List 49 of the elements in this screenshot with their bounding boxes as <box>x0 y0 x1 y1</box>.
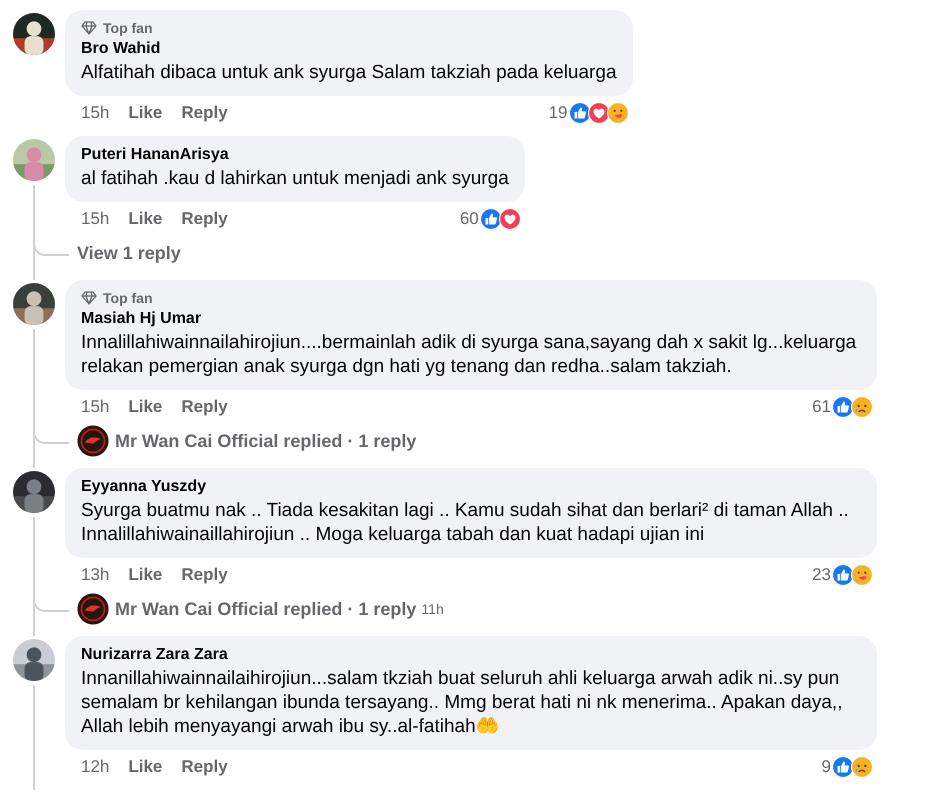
view-replies-link[interactable]: View 1 reply <box>77 242 181 264</box>
hugging-face-icon <box>606 102 629 124</box>
comment-text: Alfatihah dibaca untuk ank syurga Salam takziah pada keluarga <box>81 61 617 85</box>
reply-time: 11h <box>421 601 444 617</box>
like-link[interactable]: Like <box>128 397 162 417</box>
reply-link[interactable]: Reply <box>181 397 228 417</box>
comment-time[interactable]: 15h <box>81 209 110 229</box>
commenter-name[interactable]: Nurizarra Zara Zara <box>81 646 861 664</box>
commenter-name[interactable]: Puteri HananArisya <box>81 146 509 164</box>
thumbs-up-icon <box>832 396 854 418</box>
commenter-name[interactable]: Eyyanna Yuszdy <box>81 478 861 496</box>
logo-avatar-icon <box>77 593 109 625</box>
comment-text: Syurga buatmu nak .. Tiada kesakitan lagi .. Kamu sudah sihat dan berlari² di taman Allah .. Innalillahiwainaillahirojiun .. Moga keluarga tabah dan kuat hadapi ujian ini <box>81 499 850 547</box>
reaction-count[interactable]: 9 <box>822 757 831 777</box>
comment-time[interactable]: 12h <box>81 757 110 777</box>
reaction-count[interactable]: 19 <box>548 103 568 123</box>
like-link[interactable]: Like <box>128 209 162 229</box>
comment-time[interactable]: 15h <box>81 397 110 417</box>
diamond-icon <box>81 291 97 305</box>
thumbs-up-icon <box>832 756 854 778</box>
reply-link[interactable]: Reply <box>181 757 228 777</box>
comment-text: al fatihah .kau d lahirkan untuk menjadi ank syurga <box>81 167 509 191</box>
reply-link[interactable]: Reply <box>181 103 228 123</box>
comment-time[interactable]: 15h <box>81 103 110 123</box>
sad-face-icon <box>851 756 873 778</box>
like-link[interactable]: Like <box>128 565 162 585</box>
sad-face-icon <box>851 396 873 418</box>
top-fan-label: Top fan <box>103 20 153 36</box>
comment-text: Innanillahiwainnailaihirojiun...salam tkziah buat seluruh ahli keluarga arwah adik ni..sy pun semalam br kehilangan ibunda tersayang.. Mmg berat hati ni nk menerima.. Apakan daya,, Allah lebih menyayangi arwah ibu sy..al-fatihah🤲 <box>81 667 844 739</box>
replied-link[interactable]: Mr Wan Cai Official replied · 1 reply <box>115 430 416 452</box>
hugging-face-icon <box>851 564 873 586</box>
thumbs-up-icon <box>832 564 854 586</box>
commenter-name[interactable]: Masiah Hj Umar <box>81 310 861 328</box>
reaction-count[interactable]: 60 <box>460 209 479 229</box>
reaction-count[interactable]: 23 <box>812 565 831 585</box>
commenter-name[interactable]: Bro Wahid <box>81 40 617 58</box>
top-fan-label: Top fan <box>103 290 153 306</box>
thumbs-up-icon <box>568 102 591 124</box>
reply-link[interactable]: Reply <box>181 565 228 585</box>
comment-time[interactable]: 13h <box>81 565 110 585</box>
replied-link[interactable]: Mr Wan Cai Official replied · 1 reply <box>115 598 416 620</box>
reaction-count[interactable]: 61 <box>812 397 831 417</box>
like-link[interactable]: Like <box>128 757 162 777</box>
diamond-icon <box>81 21 97 35</box>
reply-link[interactable]: Reply <box>181 209 228 229</box>
like-link[interactable]: Like <box>128 103 162 123</box>
comment-text: Innalillahiwainnailahirojiun....bermainlah adik di syurga sana,sayang dah x sakit lg...keluarga relakan pemergian anak syurga dgn hati yg tenang dan redha..salam takziah. <box>81 331 858 379</box>
thumbs-up-icon <box>480 208 502 230</box>
logo-avatar-icon <box>77 425 109 457</box>
